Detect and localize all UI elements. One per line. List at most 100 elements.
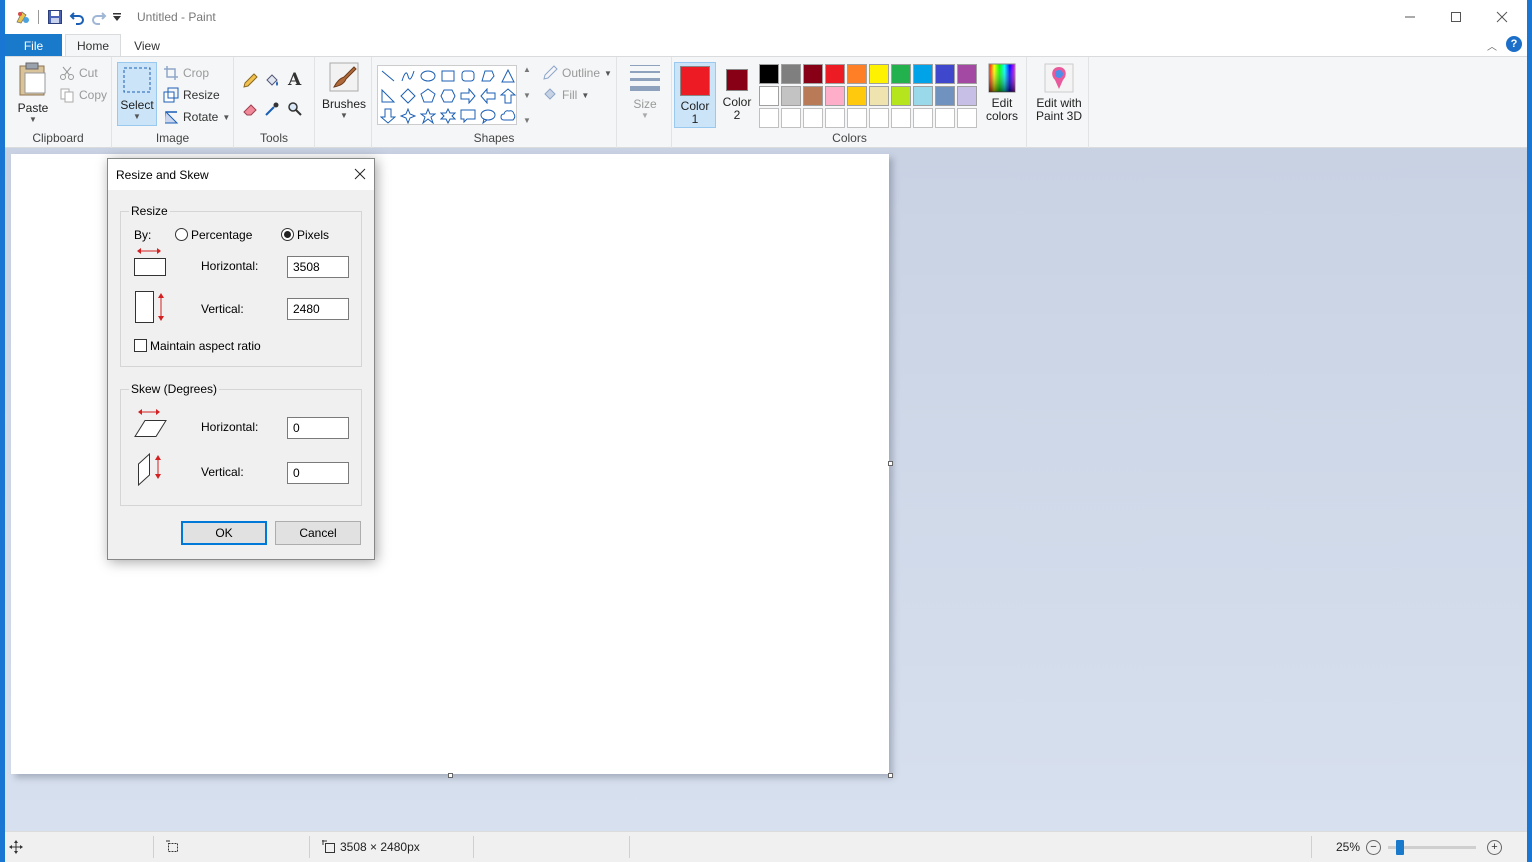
shapes-expand-icon[interactable]: ▼ [523,116,531,125]
rounded-rectangle-shape-icon[interactable] [458,66,478,86]
triangle-shape-icon[interactable] [498,66,518,86]
eraser-icon[interactable] [242,101,258,117]
palette-swatch[interactable] [803,108,823,128]
rectangle-shape-icon[interactable] [438,66,458,86]
text-tool-icon[interactable]: A [288,70,301,90]
paste-button[interactable]: Paste ▼ [13,61,53,124]
select-button[interactable]: Select ▼ [117,62,157,126]
tab-home[interactable]: Home [65,34,121,57]
zoom-slider-thumb[interactable] [1396,840,1404,855]
palette-swatch[interactable] [803,64,823,84]
maintain-aspect-ratio-label[interactable]: Maintain aspect ratio [150,339,261,353]
oval-shape-icon[interactable] [418,66,438,86]
color-picker-icon[interactable] [264,101,280,117]
fill-button[interactable]: Fill ▼ [542,85,589,105]
select-dropdown-icon[interactable]: ▼ [133,112,141,121]
paint-app-icon[interactable] [15,9,31,25]
shapes-scroll-down-icon[interactable]: ▼ [523,91,531,100]
resize-button[interactable]: Resize [163,85,220,105]
palette-swatch[interactable] [781,86,801,106]
cut-button[interactable]: Cut [59,63,98,83]
crop-button[interactable]: Crop [163,63,209,83]
canvas-corner-resize-handle[interactable] [888,773,893,778]
palette-swatch[interactable] [847,64,867,84]
cancel-button[interactable]: Cancel [275,521,361,545]
maximize-button[interactable] [1433,0,1479,34]
size-button[interactable]: Size ▼ [623,61,667,120]
polygon-shape-icon[interactable] [478,66,498,86]
six-point-star-shape-icon[interactable] [438,106,458,126]
oval-callout-shape-icon[interactable] [478,106,498,126]
palette-swatch[interactable] [803,86,823,106]
zoom-out-button[interactable]: − [1366,840,1381,855]
zoom-in-button[interactable]: + [1487,840,1502,855]
palette-swatch[interactable] [869,64,889,84]
curve-shape-icon[interactable] [398,66,418,86]
canvas-bottom-resize-handle[interactable] [448,773,453,778]
save-icon[interactable] [47,9,63,25]
palette-swatch[interactable] [891,86,911,106]
minimize-button[interactable] [1387,0,1433,34]
palette-swatch[interactable] [935,108,955,128]
line-shape-icon[interactable] [378,66,398,86]
close-window-button[interactable] [1479,0,1525,34]
skew-vertical-input[interactable] [287,462,349,484]
redo-icon[interactable] [91,9,107,25]
pentagon-shape-icon[interactable] [418,86,438,106]
palette-swatch[interactable] [957,86,977,106]
percentage-label[interactable]: Percentage [191,228,252,242]
undo-icon[interactable] [69,9,85,25]
palette-swatch[interactable] [913,108,933,128]
help-icon[interactable]: ? [1506,36,1522,52]
skew-horizontal-input[interactable] [287,417,349,439]
palette-swatch[interactable] [869,108,889,128]
outline-button[interactable]: Outline ▼ [542,63,612,83]
palette-swatch[interactable] [891,64,911,84]
pencil-icon[interactable] [242,73,258,89]
palette-swatch[interactable] [825,108,845,128]
up-arrow-shape-icon[interactable] [498,86,518,106]
collapse-ribbon-icon[interactable]: ︿ [1487,38,1497,53]
palette-swatch[interactable] [891,108,911,128]
tab-file[interactable]: File [5,34,62,57]
palette-swatch[interactable] [913,86,933,106]
dialog-close-icon[interactable] [352,166,368,182]
color1-button[interactable]: Color 1 [674,62,716,128]
palette-swatch[interactable] [825,64,845,84]
palette-swatch[interactable] [935,64,955,84]
rectangular-callout-shape-icon[interactable] [458,106,478,126]
palette-swatch[interactable] [847,108,867,128]
palette-swatch[interactable] [935,86,955,106]
copy-button[interactable]: Copy [59,85,107,105]
rotate-button[interactable]: Rotate ▼ [163,107,230,127]
hexagon-shape-icon[interactable] [438,86,458,106]
resize-horizontal-input[interactable] [287,256,349,278]
brushes-button[interactable]: Brushes ▼ [320,61,368,120]
shapes-scroll-up-icon[interactable]: ▲ [523,65,531,74]
ok-button[interactable]: OK [181,521,267,545]
shapes-scroll[interactable]: ▲ ▼ ▼ [521,65,533,125]
tab-view[interactable]: View [123,34,171,57]
dialog-title-bar[interactable]: Resize and Skew [108,159,374,190]
right-triangle-shape-icon[interactable] [378,86,398,106]
palette-swatch[interactable] [957,64,977,84]
right-arrow-shape-icon[interactable] [458,86,478,106]
customize-quick-access-icon[interactable] [112,11,122,27]
palette-swatch[interactable] [913,64,933,84]
rotate-dropdown-icon[interactable]: ▼ [222,113,230,122]
palette-swatch[interactable] [825,86,845,106]
palette-swatch[interactable] [781,108,801,128]
brushes-dropdown-icon[interactable]: ▼ [340,111,348,120]
palette-swatch[interactable] [759,108,779,128]
left-arrow-shape-icon[interactable] [478,86,498,106]
palette-swatch[interactable] [957,108,977,128]
canvas-right-resize-handle[interactable] [888,461,893,466]
palette-swatch[interactable] [869,86,889,106]
magnifier-icon[interactable] [287,101,303,117]
color2-button[interactable]: Color 2 [716,65,758,129]
cloud-callout-shape-icon[interactable] [498,106,518,126]
diamond-shape-icon[interactable] [398,86,418,106]
maintain-aspect-ratio-checkbox[interactable] [134,339,147,352]
palette-swatch[interactable] [759,86,779,106]
palette-swatch[interactable] [781,64,801,84]
